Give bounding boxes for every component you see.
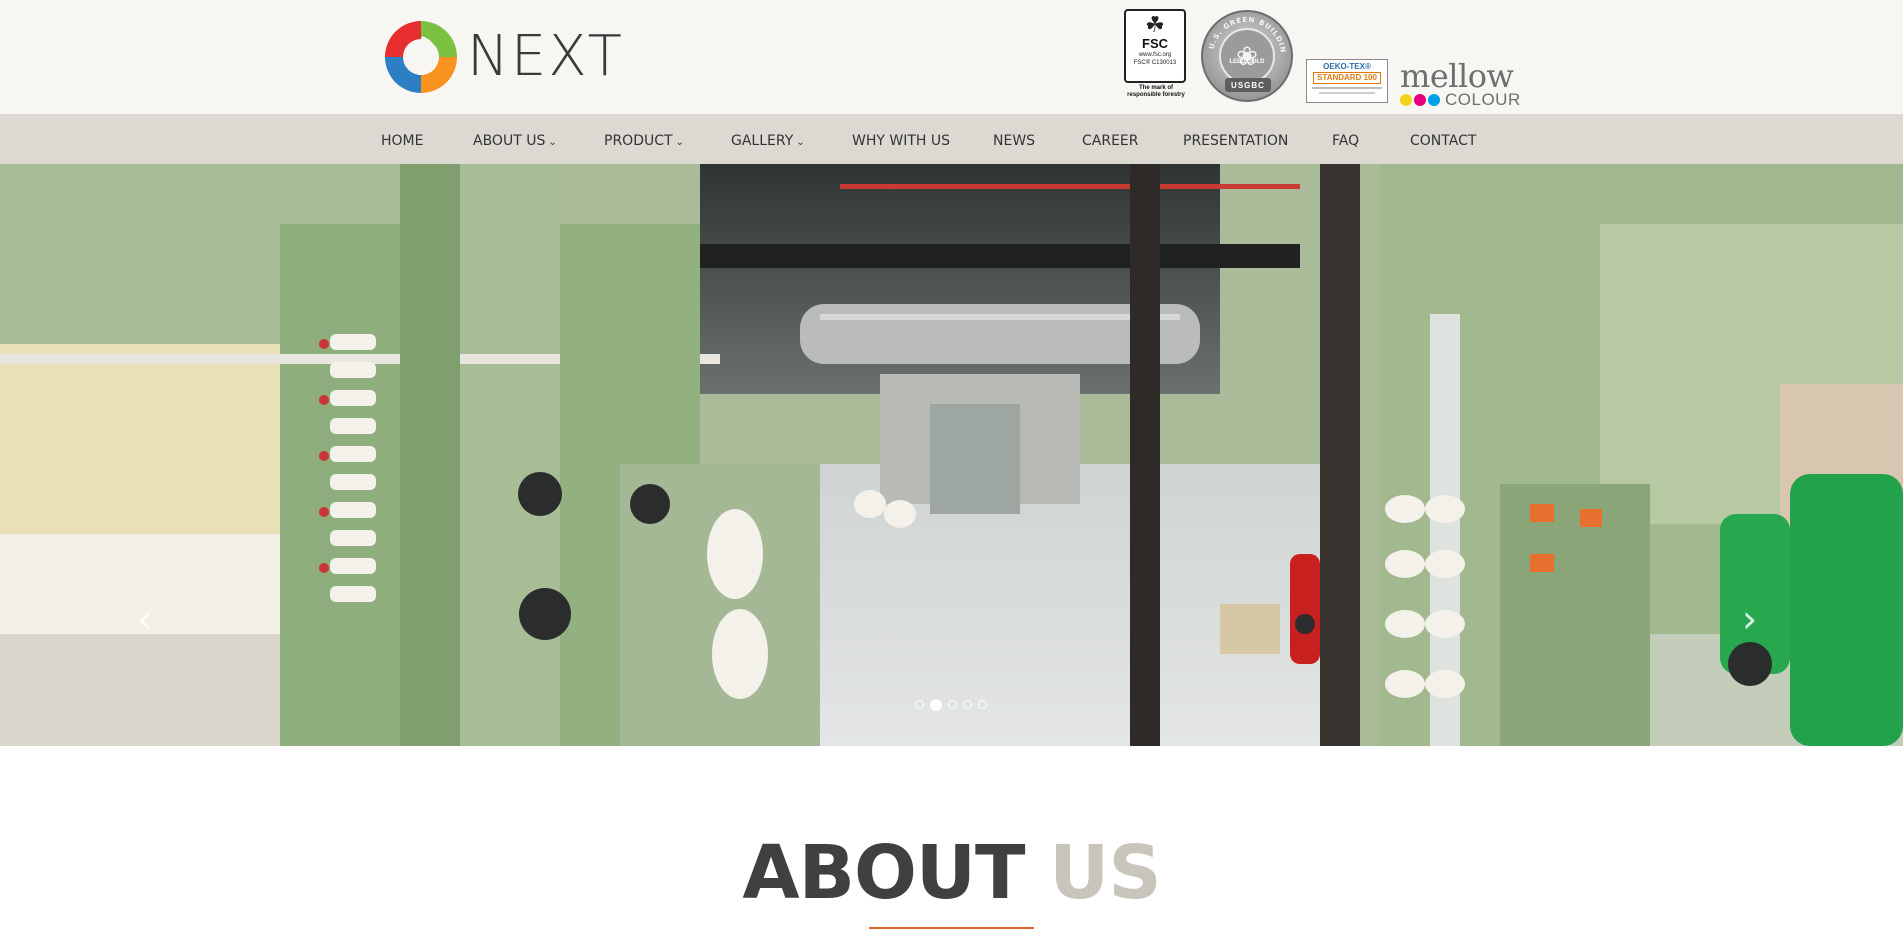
nav-news-label: NEWS [993, 133, 1036, 149]
oeko-fineprint-2 [1319, 92, 1375, 94]
slide-dot-2[interactable] [930, 699, 942, 711]
slide-dot-1[interactable] [915, 700, 924, 709]
cyan-dot-icon [1428, 94, 1440, 106]
logo[interactable]: NEXT [381, 17, 624, 97]
oeko-fineprint [1312, 87, 1382, 89]
nav-faq[interactable]: FAQ [1332, 133, 1359, 149]
mellow-colour-logo: mellow COLOUR [1400, 57, 1530, 109]
nav-presentation-label: PRESENTATION [1183, 133, 1289, 149]
mellow-word: mellow [1400, 57, 1514, 95]
nav-home-label: HOME [381, 133, 424, 149]
magenta-dot-icon [1414, 94, 1426, 106]
fsc-url: www.fsc.org [1138, 52, 1172, 58]
about-heading-part2: US [1049, 830, 1161, 916]
nav-contact-label: CONTACT [1410, 133, 1477, 149]
nav-presentation[interactable]: PRESENTATION [1183, 133, 1288, 149]
nav-product[interactable]: PRODUCT ⌄ [604, 133, 684, 149]
nav-about-us-label: ABOUT US [473, 133, 546, 149]
nav-career[interactable]: CAREER [1082, 133, 1139, 149]
yellow-dot-icon [1400, 94, 1412, 106]
slide-dot-5[interactable] [978, 700, 987, 709]
site-header: NEXT ☘ FSC www.fsc.org FSC® C130013 The … [0, 0, 1903, 114]
usgbc-leed-gold-seal: U.S. GREEN BUILDING COUNCIL ❀ LEED GOLD … [1201, 10, 1293, 102]
fsc-code: FSC® C130013 [1133, 60, 1177, 66]
oeko-title: OEKO-TEX® [1323, 62, 1371, 71]
nav-contact[interactable]: CONTACT [1410, 133, 1476, 149]
slider-pagination [915, 699, 993, 711]
usgbc-band: USGBC [1225, 78, 1271, 92]
fsc-tree-icon: ☘ [1145, 12, 1165, 37]
chevron-down-icon: ⌄ [796, 137, 805, 148]
about-underline-divider [869, 927, 1034, 929]
chevron-right-icon[interactable]: › [1742, 600, 1757, 638]
slide-dot-3[interactable] [948, 700, 957, 709]
usgbc-level: LEED GOLD [1229, 59, 1265, 65]
about-heading: ABOUT US [0, 836, 1903, 910]
nav-product-label: PRODUCT [604, 133, 673, 149]
nav-about-us[interactable]: ABOUT US ⌄ [473, 133, 557, 149]
nav-gallery-label: GALLERY [731, 133, 794, 149]
main-nav: HOME ABOUT US ⌄ PRODUCT ⌄ GALLERY ⌄ WHY WIT… [0, 114, 1903, 164]
logo-mark-icon [385, 21, 457, 93]
fsc-name: FSC [1142, 36, 1168, 51]
nav-why-with-us-label: WHY WITH US [852, 133, 951, 149]
fsc-badge: ☘ FSC www.fsc.org FSC® C130013 The mark … [1124, 9, 1188, 103]
about-section: ABOUT US [0, 836, 1903, 910]
oeko-tex-label: OEKO-TEX® STANDARD 100 [1306, 59, 1388, 103]
hero-slider: ‹ › [0, 164, 1903, 746]
logo-text: NEXT [467, 24, 624, 89]
nav-gallery[interactable]: GALLERY ⌄ [731, 133, 805, 149]
nav-faq-label: FAQ [1332, 133, 1360, 149]
leaf-icon: ❀ [1219, 28, 1275, 84]
slide-dot-4[interactable] [963, 700, 972, 709]
oeko-standard: STANDARD 100 [1313, 72, 1381, 84]
chevron-down-icon: ⌄ [548, 137, 557, 148]
about-heading-part1: ABOUT [742, 830, 1025, 916]
nav-career-label: CAREER [1082, 133, 1139, 149]
chevron-down-icon: ⌄ [675, 137, 684, 148]
chevron-left-icon[interactable]: ‹ [137, 600, 152, 638]
fsc-caption: The mark of responsible forestry [1127, 85, 1185, 98]
nav-why-with-us[interactable]: WHY WITH US [852, 133, 950, 149]
nav-home[interactable]: HOME [381, 133, 423, 149]
mellow-colour-word: COLOUR [1445, 90, 1521, 109]
factory-photo [0, 164, 1903, 746]
nav-news[interactable]: NEWS [993, 133, 1035, 149]
